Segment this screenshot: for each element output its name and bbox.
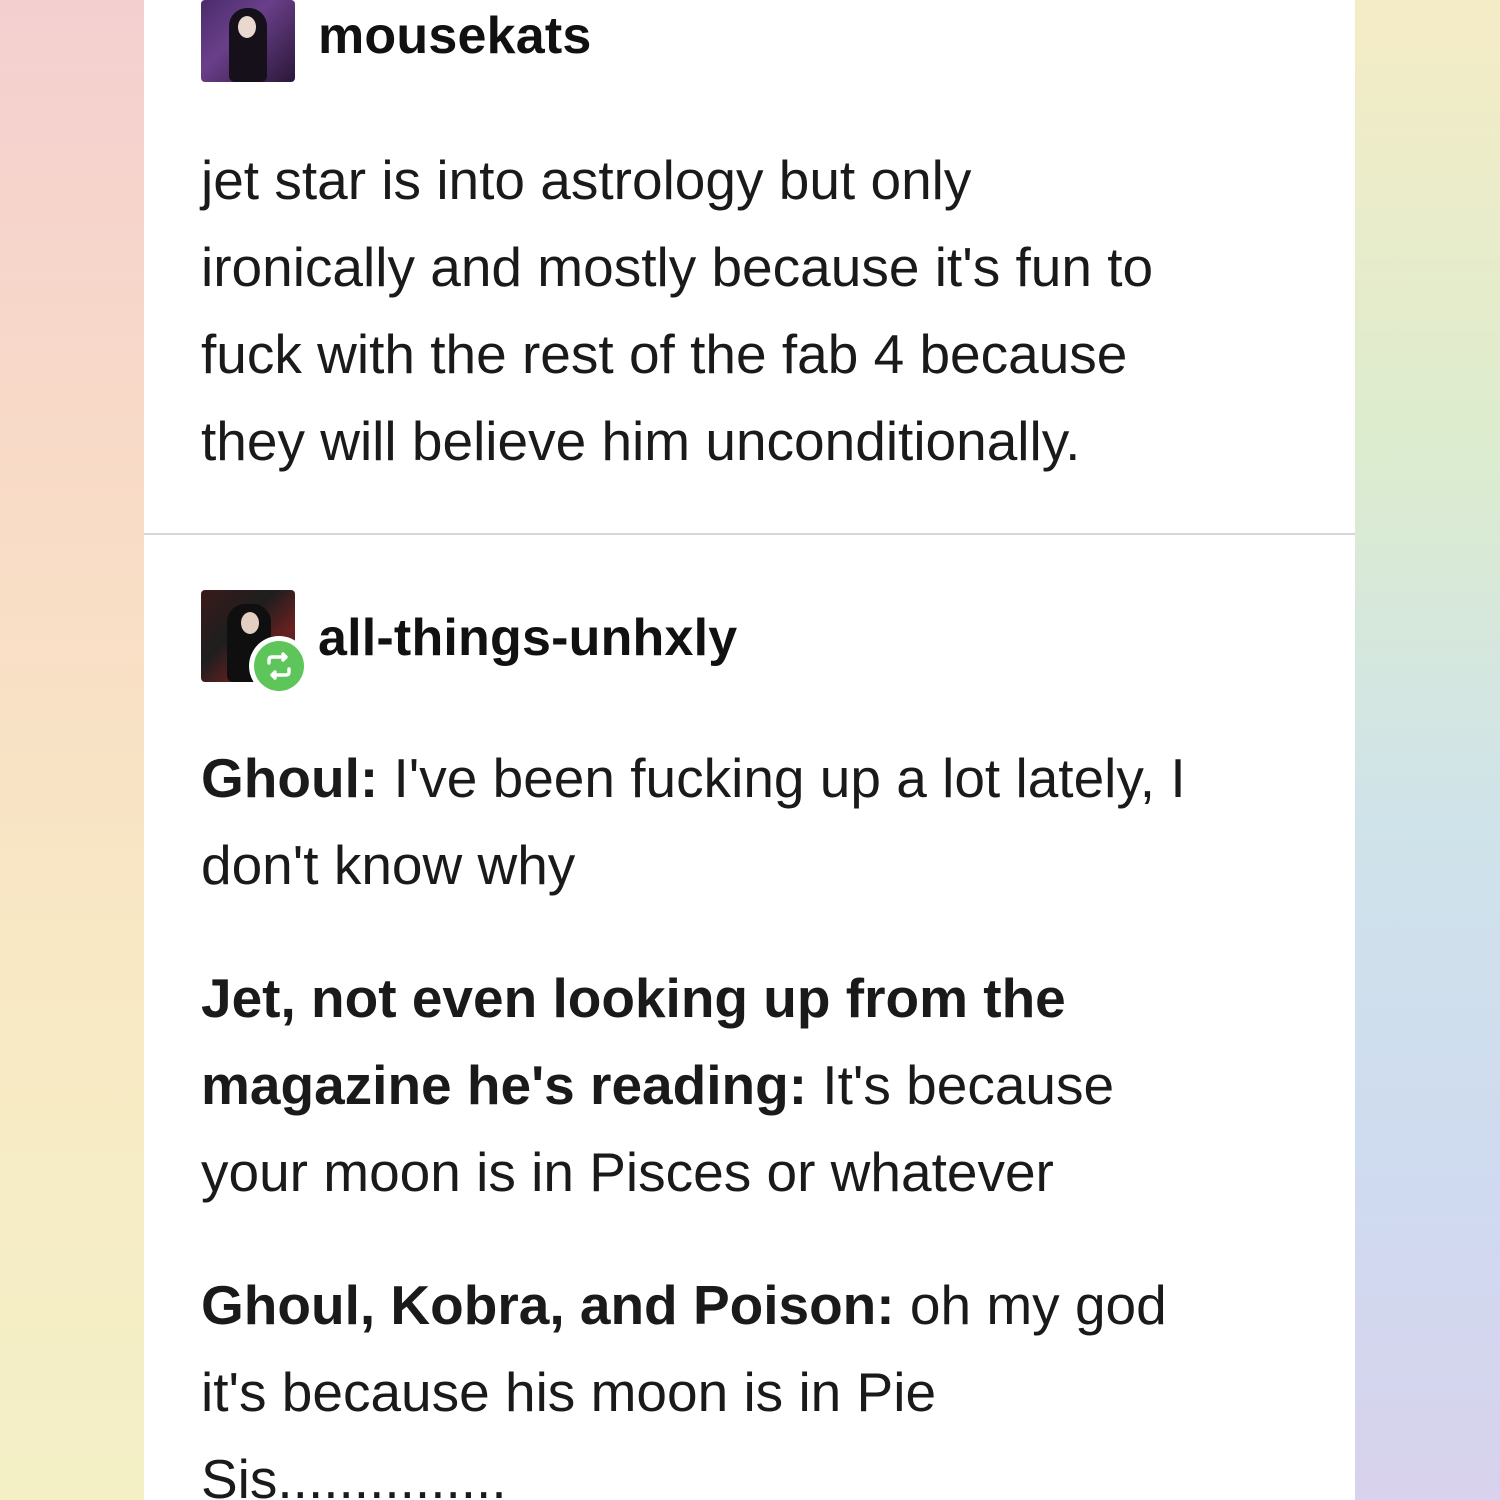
speaker-label: Jet, not even looking up from the — [201, 967, 1066, 1029]
dialogue-line: your moon is in Pisces or whatever — [201, 1141, 1054, 1203]
post-line: fuck with the rest of the fab 4 because — [201, 323, 1128, 385]
dialogue-line: it's because his moon is in Pie — [201, 1361, 937, 1423]
speaker-label: magazine he's reading: — [201, 1054, 808, 1116]
dialogue-line: Sis............... — [201, 1448, 507, 1500]
post-line: jet star is into astrology but only — [201, 149, 972, 211]
post-line: they will believe him unconditionally. — [201, 410, 1081, 472]
dialogue-text: It's because — [807, 1054, 1115, 1116]
avatar[interactable] — [201, 0, 295, 82]
dialogue-text: oh my god — [894, 1274, 1167, 1336]
dialogue-line: don't know why — [201, 834, 576, 896]
post-card: mousekats jet star is into astrology but… — [144, 0, 1355, 1500]
dialogue-line: Ghoul, Kobra, and Poison: oh my god — [201, 1262, 1311, 1349]
speaker-label: Ghoul: — [201, 747, 379, 809]
original-post: mousekats jet star is into astrology but… — [144, 0, 1355, 533]
reblog-badge — [249, 636, 309, 696]
background-gradient-right — [1355, 0, 1500, 1500]
reblog-post: all-things-unhxly Ghoul: I've been fucki… — [144, 535, 1355, 1500]
dialogue-line: magazine he's reading: It's because — [201, 1042, 1311, 1129]
dialogue-paragraph: Ghoul: I've been fucking up a lot lately… — [201, 735, 1311, 909]
post-line: ironically and mostly because it's fun t… — [201, 236, 1154, 298]
dialogue-line: Ghoul: I've been fucking up a lot lately… — [201, 735, 1311, 822]
dialogue-paragraph: Ghoul, Kobra, and Poison: oh my god it's… — [201, 1262, 1311, 1500]
dialogue-paragraph: Jet, not even looking up from the magazi… — [201, 955, 1311, 1216]
post-body: jet star is into astrology but only iron… — [201, 137, 1311, 485]
username[interactable]: mousekats — [318, 10, 591, 62]
avatar-face — [238, 16, 256, 38]
username[interactable]: all-things-unhxly — [318, 612, 737, 664]
dialogue-text: I've been fucking up a lot lately, I — [378, 747, 1186, 809]
speaker-label: Ghoul, Kobra, and Poison: — [201, 1274, 895, 1336]
avatar-face — [241, 612, 259, 634]
background-gradient-left — [0, 0, 144, 1500]
reblog-icon — [267, 652, 291, 680]
